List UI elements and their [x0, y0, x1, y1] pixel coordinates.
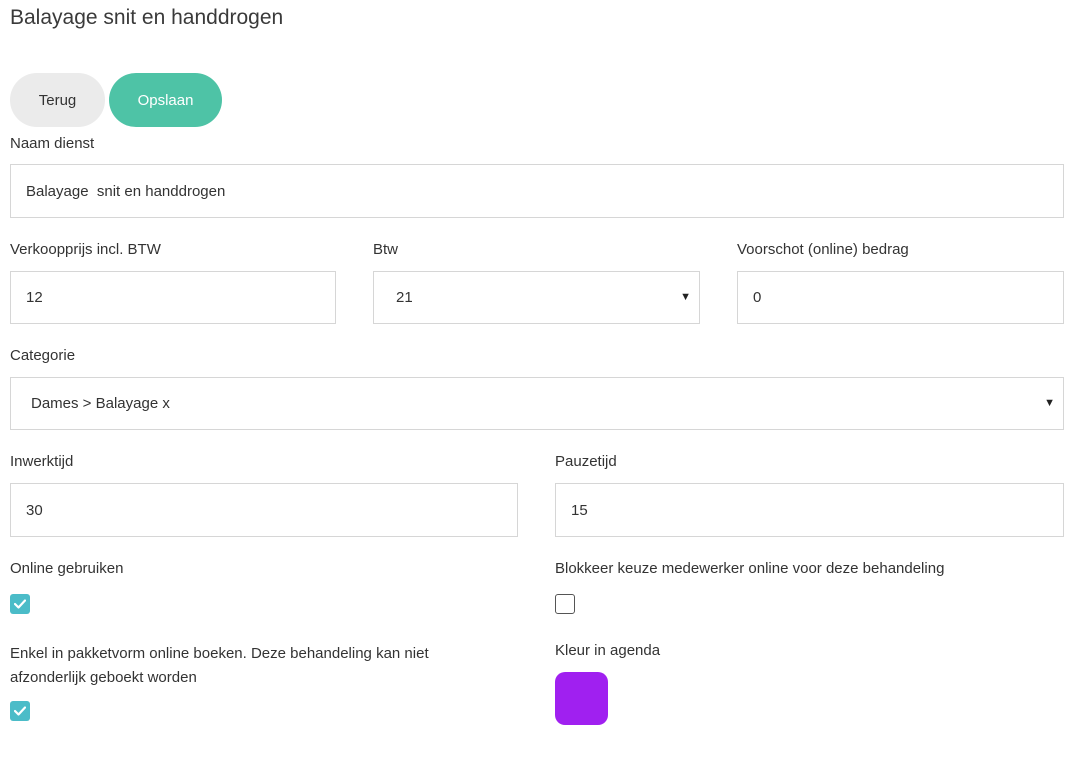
check-icon: [14, 599, 26, 609]
package-only-label: Enkel in pakketvorm online boeken. Deze …: [10, 642, 429, 690]
package-only-label-line2: afzonderlijk geboekt worden: [10, 669, 197, 686]
category-label: Categorie: [10, 347, 76, 364]
vat-select-value: 21: [396, 289, 413, 306]
online-use-checkbox[interactable]: [10, 594, 30, 614]
caret-down-icon: ▼: [680, 291, 691, 303]
online-use-label: Online gebruiken: [10, 560, 124, 577]
block-employee-checkbox[interactable]: [555, 594, 575, 614]
price-label: Verkoopprijs incl. BTW: [10, 241, 161, 258]
name-input[interactable]: [10, 164, 1064, 218]
agenda-color-swatch[interactable]: [555, 672, 608, 725]
category-select[interactable]: Dames > Balayage x ▼: [10, 377, 1064, 430]
page-title: Balayage snit en handdrogen: [10, 6, 284, 29]
name-label: Naam dienst: [10, 135, 95, 152]
deposit-label: Voorschot (online) bedrag: [737, 241, 909, 258]
work-time-input[interactable]: [10, 483, 518, 537]
package-only-checkbox[interactable]: [10, 701, 30, 721]
deposit-input[interactable]: [737, 271, 1064, 324]
check-icon: [14, 706, 26, 716]
vat-label: Btw: [373, 241, 399, 258]
vat-select[interactable]: 21 ▼: [373, 271, 700, 324]
agenda-color-label: Kleur in agenda: [555, 642, 661, 659]
category-select-value: Dames > Balayage x: [31, 395, 170, 412]
block-employee-label: Blokkeer keuze medewerker online voor de…: [555, 560, 945, 577]
work-time-label: Inwerktijd: [10, 453, 74, 470]
pause-time-label: Pauzetijd: [555, 453, 617, 470]
package-only-label-line1: Enkel in pakketvorm online boeken. Deze …: [10, 645, 429, 662]
price-input[interactable]: [10, 271, 336, 324]
save-button[interactable]: Opslaan: [109, 73, 222, 127]
caret-down-icon: ▼: [1044, 397, 1055, 409]
back-button[interactable]: Terug: [10, 73, 105, 127]
pause-time-input[interactable]: [555, 483, 1064, 537]
